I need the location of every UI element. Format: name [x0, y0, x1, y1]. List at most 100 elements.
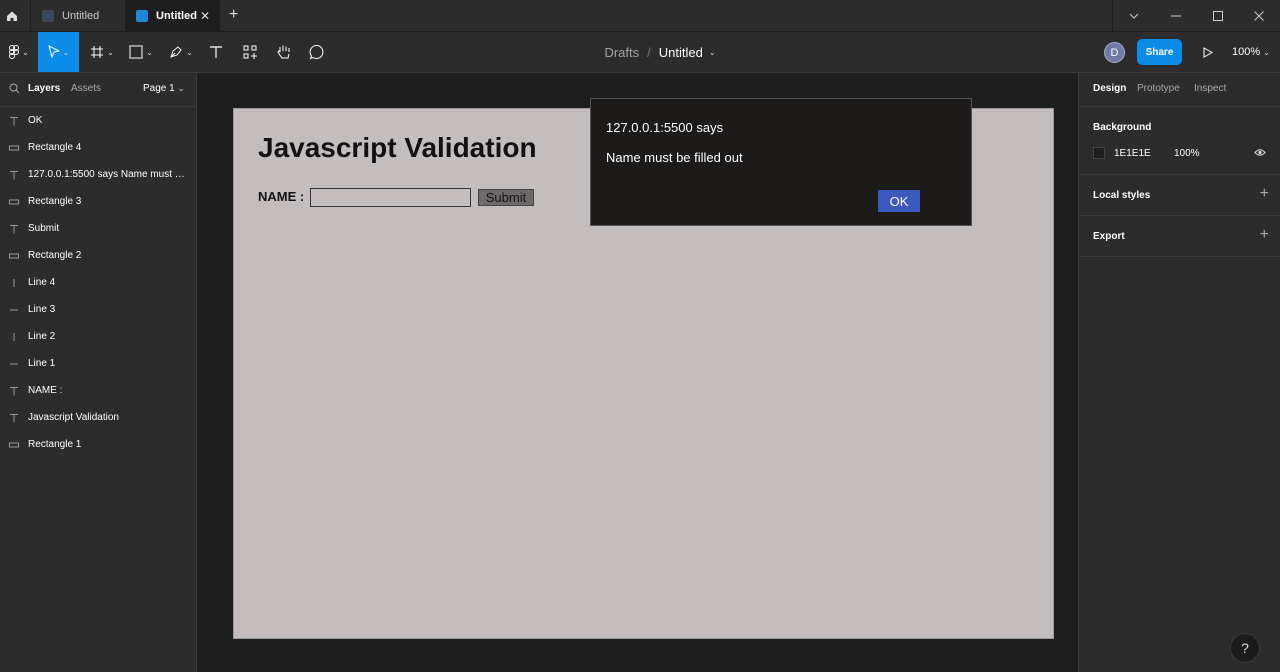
layer-item[interactable]: Javascript Validation: [0, 404, 196, 431]
maximize-button[interactable]: [1197, 0, 1239, 32]
breadcrumb-separator: /: [647, 44, 651, 60]
layer-name: Rectangle 1: [28, 439, 82, 450]
text-tool[interactable]: [204, 32, 228, 72]
toolbar: ⌄ ⌄ ⌄ ⌄ ⌄ Drafts / Untitled ⌄ D Share 10…: [0, 32, 1280, 73]
tabs-dropdown-button[interactable]: [1113, 0, 1155, 32]
layer-item[interactable]: Submit: [0, 215, 196, 242]
add-icon[interactable]: +: [1260, 185, 1269, 203]
local-styles-title: Local styles: [1093, 190, 1151, 201]
background-title: Background: [1093, 122, 1152, 133]
tab-untitled-2[interactable]: Untitled ✕: [125, 0, 220, 32]
figma-logo-icon: [9, 45, 20, 59]
dialog-title: 127.0.0.1:5500 says: [606, 120, 724, 135]
export-section: Export +: [1079, 216, 1280, 257]
main-menu-button[interactable]: ⌄: [0, 32, 38, 72]
text-icon: [210, 46, 222, 58]
chevron-down-icon: ⌄: [1263, 47, 1270, 57]
rectangle-icon: [0, 441, 28, 449]
name-input[interactable]: [310, 188, 471, 207]
shape-tool[interactable]: ⌄: [124, 32, 158, 72]
layer-name: Rectangle 4: [28, 142, 82, 153]
layer-item[interactable]: Rectangle 1: [0, 431, 196, 458]
layer-item[interactable]: OK: [0, 107, 196, 134]
tab-label: Untitled: [62, 10, 100, 22]
layers-list: OK Rectangle 4 127.0.0.1:5500 says Name mu…: [0, 107, 196, 458]
minimize-icon: [1171, 15, 1181, 17]
layer-name: Rectangle 3: [28, 196, 82, 207]
layer-name: Rectangle 2: [28, 250, 82, 261]
help-button[interactable]: ?: [1230, 633, 1260, 663]
share-button[interactable]: Share: [1137, 39, 1182, 65]
background-hex[interactable]: 1E1E1E: [1114, 148, 1151, 159]
components-icon: [243, 45, 257, 59]
move-tool[interactable]: ⌄: [38, 32, 79, 72]
tab-assets[interactable]: Assets: [71, 83, 101, 94]
chevron-down-icon[interactable]: ⌄: [709, 48, 716, 57]
tab-bar: Untitled Untitled ✕ +: [0, 0, 1280, 32]
resources-tool[interactable]: [238, 32, 262, 72]
line-horizontal-icon: [0, 305, 28, 315]
alert-dialog: 127.0.0.1:5500 says Name must be filled …: [590, 98, 972, 226]
page-name: Page 1: [143, 83, 175, 94]
home-button[interactable]: [0, 0, 24, 32]
eye-icon[interactable]: [1254, 148, 1266, 157]
layer-item[interactable]: Line 4: [0, 269, 196, 296]
chevron-down-icon: ⌄: [62, 47, 70, 57]
line-horizontal-icon: [0, 359, 28, 369]
chevron-down-icon: [1129, 13, 1139, 19]
layers-panel-header: Layers Assets Page 1 ⌄: [0, 73, 196, 107]
dialog-message: Name must be filled out: [606, 150, 743, 165]
layer-item[interactable]: Rectangle 2: [0, 242, 196, 269]
layer-item[interactable]: Rectangle 3: [0, 188, 196, 215]
breadcrumb-drafts[interactable]: Drafts: [604, 45, 639, 60]
tab-design[interactable]: Design: [1093, 83, 1126, 94]
tab-prototype[interactable]: Prototype: [1137, 83, 1180, 94]
layer-item[interactable]: Line 2: [0, 323, 196, 350]
pen-tool[interactable]: ⌄: [164, 32, 198, 72]
ok-button[interactable]: OK: [878, 190, 920, 212]
layer-name: Line 1: [28, 358, 56, 369]
maximize-icon: [1213, 11, 1223, 21]
close-window-button[interactable]: [1238, 0, 1280, 32]
layer-item[interactable]: Line 3: [0, 296, 196, 323]
line-vertical-icon: [0, 278, 28, 288]
minimize-button[interactable]: [1155, 0, 1197, 32]
layer-name: Line 2: [28, 331, 56, 342]
layer-name: Line 4: [28, 277, 56, 288]
chevron-down-icon: ⌄: [177, 84, 185, 93]
zoom-dropdown[interactable]: 100% ⌄: [1232, 32, 1270, 72]
breadcrumb: Drafts / Untitled ⌄: [560, 32, 760, 72]
present-button[interactable]: [1198, 42, 1218, 62]
home-icon: [7, 11, 17, 21]
add-icon[interactable]: +: [1260, 226, 1269, 244]
rectangle-icon: [129, 45, 143, 59]
add-tab-button[interactable]: +: [229, 6, 238, 24]
text-icon: [0, 170, 28, 180]
tab-inspect[interactable]: Inspect: [1194, 83, 1226, 94]
zoom-level: 100%: [1232, 46, 1261, 58]
pen-icon: [170, 46, 182, 58]
tab-untitled-1[interactable]: Untitled: [30, 0, 125, 32]
layer-name: Submit: [28, 223, 60, 234]
comment-tool[interactable]: [305, 32, 329, 72]
background-color-swatch[interactable]: [1093, 147, 1105, 159]
layer-item[interactable]: 127.0.0.1:5500 says Name must be filled …: [0, 161, 196, 188]
layer-item[interactable]: Rectangle 4: [0, 134, 196, 161]
layer-item[interactable]: Line 1: [0, 350, 196, 377]
submit-button[interactable]: Submit: [478, 189, 534, 206]
search-icon[interactable]: [9, 83, 20, 94]
avatar[interactable]: D: [1104, 42, 1125, 63]
close-tab-icon[interactable]: ✕: [200, 9, 210, 23]
page-selector[interactable]: Page 1 ⌄: [143, 83, 184, 94]
name-label: NAME :: [258, 189, 305, 204]
frame-tool[interactable]: ⌄: [85, 32, 119, 72]
hand-tool[interactable]: [272, 32, 296, 72]
layer-item[interactable]: NAME :: [0, 377, 196, 404]
chevron-down-icon: ⌄: [146, 47, 153, 57]
tab-layers[interactable]: Layers: [28, 83, 60, 94]
layer-name: 127.0.0.1:5500 says Name must be filled …: [28, 169, 190, 180]
properties-tabs: Design Prototype Inspect: [1079, 73, 1280, 107]
frame-icon: [91, 46, 104, 58]
file-name[interactable]: Untitled: [659, 45, 703, 60]
background-opacity[interactable]: 100%: [1174, 148, 1200, 159]
